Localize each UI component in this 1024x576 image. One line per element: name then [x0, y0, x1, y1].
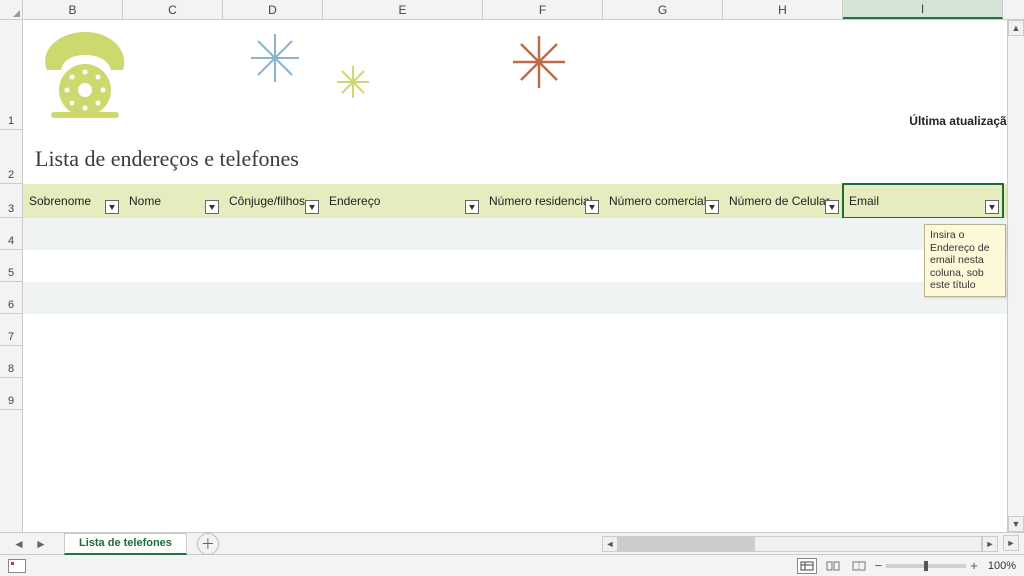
col-header-E[interactable]: E — [323, 0, 483, 19]
zoom-thumb[interactable] — [924, 561, 928, 571]
col-header-C[interactable]: C — [123, 0, 223, 19]
th-surname-label: Sobrenome — [29, 194, 91, 208]
view-page-layout-button[interactable] — [823, 558, 843, 574]
view-normal-button[interactable] — [797, 558, 817, 574]
last-update-label: Última atualização: — [909, 114, 1018, 128]
row-header-col: 1 2 3 4 5 6 7 8 9 — [0, 20, 23, 532]
sheet-tab-active[interactable]: Lista de telefones — [64, 533, 187, 555]
col-header-D[interactable]: D — [223, 0, 323, 19]
row-header-2[interactable]: 2 — [0, 130, 22, 184]
th-cell-phone-label: Número de Celular — [729, 194, 830, 208]
col-header-F[interactable]: F — [483, 0, 603, 19]
filter-spouse-icon[interactable] — [305, 200, 319, 214]
col-header-I[interactable]: I — [843, 0, 1003, 19]
hscroll-left-button[interactable]: ◄ — [602, 536, 618, 552]
filter-work-phone-icon[interactable] — [705, 200, 719, 214]
th-cell-phone[interactable]: Número de Celular — [723, 184, 843, 218]
status-bar: − + 100% — [0, 554, 1024, 576]
row-header-4[interactable]: 4 — [0, 218, 22, 250]
tab-nav-next[interactable]: ► — [32, 535, 50, 553]
row-header-9[interactable]: 9 — [0, 378, 22, 410]
table-header-row: Sobrenome Nome Cônjuge/filhos Endereço N… — [23, 184, 1024, 218]
th-spouse[interactable]: Cônjuge/filhos — [223, 184, 323, 218]
table-row[interactable] — [23, 282, 1024, 314]
row-header-7[interactable]: 7 — [0, 314, 22, 346]
table-row[interactable] — [23, 250, 1024, 282]
th-name-label: Nome — [129, 194, 161, 208]
zoom-out-button[interactable]: − — [875, 558, 883, 573]
vertical-scrollbar[interactable]: ▲ ▼ — [1007, 20, 1024, 532]
th-work-phone[interactable]: Número comercial — [603, 184, 723, 218]
scroll-up-button[interactable]: ▲ — [1008, 20, 1024, 36]
hscroll-track[interactable] — [618, 536, 982, 552]
row-header-6[interactable]: 6 — [0, 282, 22, 314]
col-header-B[interactable]: B — [23, 0, 123, 19]
filter-surname-icon[interactable] — [105, 200, 119, 214]
th-email[interactable]: Email — [843, 184, 1003, 218]
filter-email-icon[interactable] — [985, 200, 999, 214]
zoom-slider[interactable]: − + — [875, 558, 978, 573]
col-header-H[interactable]: H — [723, 0, 843, 19]
th-surname[interactable]: Sobrenome — [23, 184, 123, 218]
table-row[interactable] — [23, 218, 1024, 250]
scroll-down-button[interactable]: ▼ — [1008, 516, 1024, 532]
page-title: Lista de endereços e telefones — [35, 146, 299, 172]
th-home-phone-label: Número residencial — [489, 194, 592, 208]
column-header-row: B C D E F G H I — [0, 0, 1024, 20]
hscroll-thumb[interactable] — [619, 537, 755, 551]
cells-area[interactable]: Última atualização: Lista de endereços e… — [23, 20, 1024, 532]
row-header-1[interactable]: 1 — [0, 20, 22, 130]
vscroll-track[interactable] — [1008, 36, 1024, 516]
row-header-3[interactable]: 3 — [0, 184, 22, 218]
filter-address-icon[interactable] — [465, 200, 479, 214]
filter-cell-phone-icon[interactable] — [825, 200, 839, 214]
macro-record-icon[interactable] — [8, 559, 26, 573]
hscroll-right-button[interactable]: ► — [982, 536, 998, 552]
view-page-break-button[interactable] — [849, 558, 869, 574]
tooltip-email-hint: Insira o Endereço de email nesta coluna,… — [924, 224, 1006, 297]
sheet-tab-strip: ◄ ► Lista de telefones ＋ ⋮ ◄ ► ► — [0, 532, 1024, 554]
tab-nav-prev[interactable]: ◄ — [10, 535, 28, 553]
col-header-G[interactable]: G — [603, 0, 723, 19]
zoom-in-button[interactable]: + — [970, 558, 978, 573]
select-all-corner[interactable] — [0, 0, 23, 19]
th-email-label: Email — [849, 194, 879, 208]
th-address[interactable]: Endereço — [323, 184, 483, 218]
row-header-5[interactable]: 5 — [0, 250, 22, 282]
zoom-track[interactable] — [886, 564, 966, 568]
th-address-label: Endereço — [329, 194, 380, 208]
header-art — [23, 20, 1024, 130]
th-work-phone-label: Número comercial — [609, 194, 706, 208]
spreadsheet-app: B C D E F G H I 1 2 3 4 5 6 7 8 9 — [0, 0, 1024, 576]
hscroll-end-button[interactable]: ► — [1003, 535, 1019, 551]
th-name[interactable]: Nome — [123, 184, 223, 218]
row-header-8[interactable]: 8 — [0, 346, 22, 378]
th-spouse-label: Cônjuge/filhos — [229, 194, 305, 208]
horizontal-scrollbar[interactable]: ◄ ► — [602, 535, 998, 552]
zoom-percent[interactable]: 100% — [984, 560, 1016, 572]
th-home-phone[interactable]: Número residencial — [483, 184, 603, 218]
filter-name-icon[interactable] — [205, 200, 219, 214]
grid-body: 1 2 3 4 5 6 7 8 9 — [0, 20, 1024, 532]
filter-home-phone-icon[interactable] — [585, 200, 599, 214]
add-sheet-button[interactable]: ＋ — [197, 533, 219, 555]
